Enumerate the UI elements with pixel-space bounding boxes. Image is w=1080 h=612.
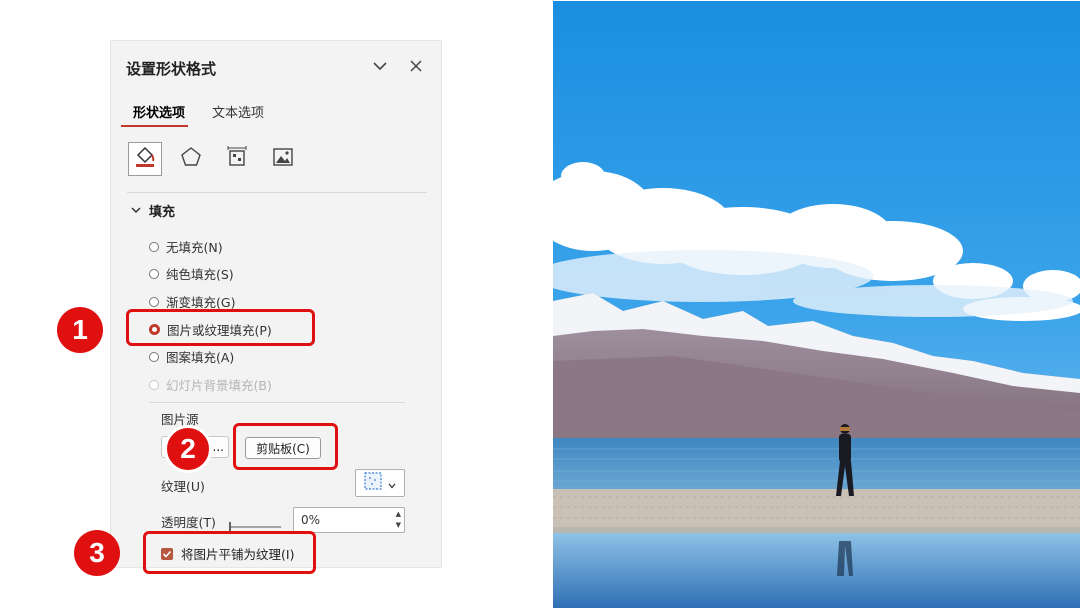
spin-arrows[interactable]: ▲ ▼	[396, 509, 401, 531]
transparency-label: 透明度(T)	[161, 515, 216, 530]
radio-button[interactable]	[149, 296, 159, 307]
transparency-input[interactable]: 0% ▲ ▼	[293, 507, 405, 533]
close-icon[interactable]	[405, 55, 427, 77]
chevron-down-icon	[131, 203, 141, 218]
format-shape-panel: 设置形状格式 形状选项 文本选项 填充 无填充(N) 纯色填充(S) 渐变填充(…	[110, 40, 442, 568]
callout-box-1	[126, 309, 315, 346]
pentagon-icon	[179, 145, 203, 173]
radio-label: 幻灯片背景填充(B)	[166, 378, 272, 393]
radio-label: 无填充(N)	[166, 240, 223, 255]
fill-line-tab[interactable]	[128, 142, 162, 176]
tab-shape-options[interactable]: 形状选项	[133, 102, 185, 121]
radio-button[interactable]	[149, 241, 159, 252]
active-tab-indicator	[121, 125, 188, 127]
radio-button[interactable]	[149, 351, 159, 362]
callout-box-3	[143, 531, 316, 574]
landscape-photo	[533, 1, 1080, 608]
texture-dropdown[interactable]	[355, 469, 405, 497]
picture-tab[interactable]	[266, 142, 300, 176]
size-properties-icon	[225, 145, 249, 173]
texture-label: 纹理(U)	[161, 479, 205, 494]
chevron-down-icon[interactable]	[369, 55, 391, 77]
effects-tab[interactable]	[174, 142, 208, 176]
transparency-value: 0%	[301, 513, 321, 527]
radio-label: 纯色填充(S)	[166, 267, 234, 282]
panel-title: 设置形状格式	[126, 60, 217, 78]
texture-swatch-icon	[364, 472, 382, 494]
chevron-up-icon[interactable]: ▲	[396, 509, 401, 520]
radio-label: 图案填充(A)	[166, 350, 235, 365]
tab-text-options[interactable]: 文本选项	[212, 102, 264, 121]
radio-button[interactable]	[149, 268, 159, 279]
callout-badge-2: 2	[164, 425, 212, 473]
size-properties-tab[interactable]	[220, 142, 254, 176]
fill-section-header[interactable]: 填充	[131, 201, 175, 220]
insert-button-label: ...	[212, 440, 224, 454]
radio-button-disabled	[149, 379, 159, 390]
fill-bucket-icon	[133, 145, 157, 173]
radio-slide-background-fill: 幻灯片背景填充(B)	[149, 375, 272, 394]
callout-box-2	[233, 423, 338, 470]
transparency-slider[interactable]	[229, 518, 281, 532]
radio-solid-fill[interactable]: 纯色填充(S)	[149, 264, 234, 283]
divider	[149, 402, 405, 403]
callout-badge-1: 1	[57, 307, 103, 353]
divider	[127, 192, 427, 193]
picture-icon	[271, 145, 295, 173]
radio-no-fill[interactable]: 无填充(N)	[149, 237, 223, 256]
callout-badge-3: 3	[74, 530, 120, 576]
radio-pattern-fill[interactable]: 图案填充(A)	[149, 347, 234, 366]
chevron-down-icon[interactable]: ▼	[396, 520, 401, 531]
section-label: 填充	[149, 205, 176, 220]
chevron-down-icon	[388, 474, 396, 493]
